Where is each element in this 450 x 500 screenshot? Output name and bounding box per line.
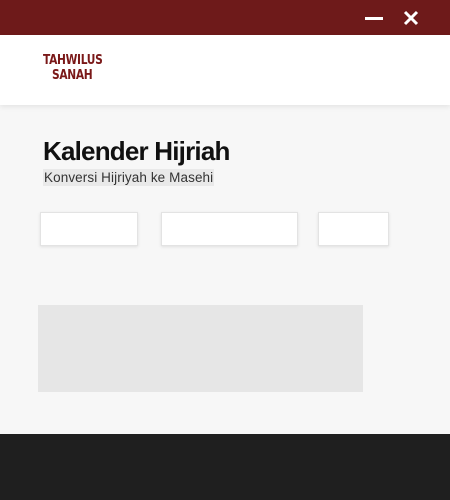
close-icon [403,10,419,26]
year-input[interactable] [318,212,389,246]
month-select[interactable] [161,212,298,246]
minimize-button[interactable] [361,6,387,30]
app-header: TAHWILUS SANAH [0,35,450,105]
day-input[interactable] [40,212,138,246]
app-logo[interactable]: TAHWILUS SANAH [43,53,103,83]
page-subtitle: Konversi Hijriyah ke Masehi [43,169,215,186]
logo-line-2: SANAH [52,68,93,83]
minimize-icon [365,17,383,20]
logo-line-1: TAHWILUS [43,53,103,68]
close-button[interactable] [398,6,424,30]
footer [0,434,450,500]
result-panel [38,305,363,392]
page-title: Kalender Hijriah [43,136,230,166]
title-bar [0,0,450,35]
